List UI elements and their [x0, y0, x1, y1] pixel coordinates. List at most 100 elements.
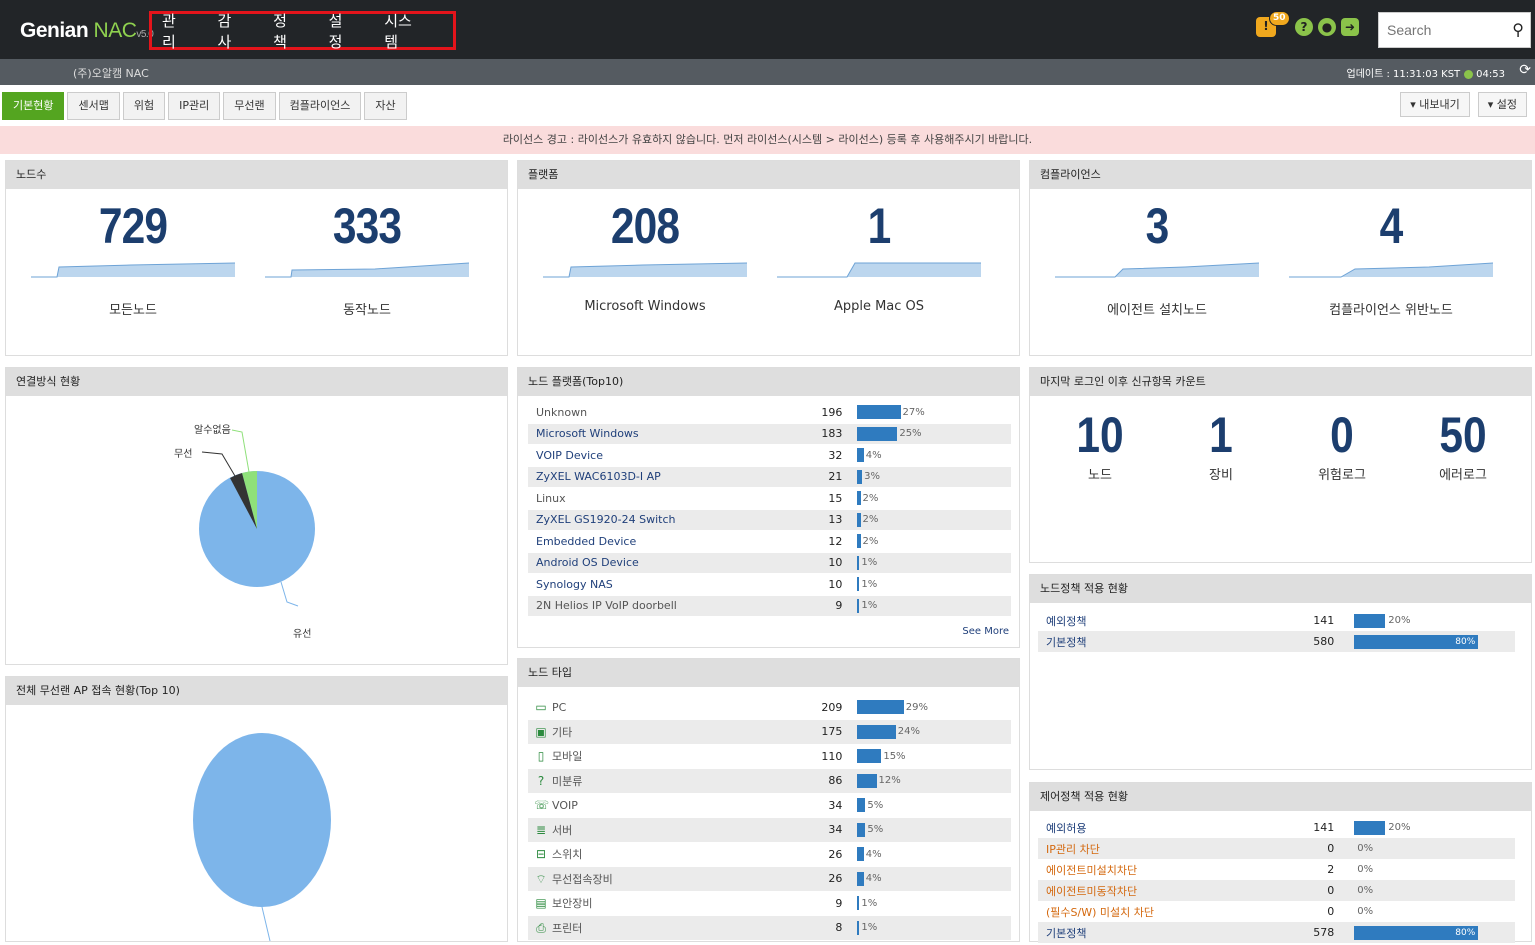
- node-type-name[interactable]: 스위치: [552, 846, 582, 862]
- nav-audit[interactable]: 감사: [218, 10, 245, 52]
- table-row[interactable]: VOIP Device 32 4%: [528, 445, 1011, 467]
- pie-slice-ap[interactable]: [193, 733, 331, 907]
- node-type-name[interactable]: 보안장비: [552, 895, 592, 911]
- table-row[interactable]: 예외정책 141 20%: [1038, 610, 1515, 631]
- table-row[interactable]: Android OS Device 10 1%: [528, 552, 1011, 574]
- table-row[interactable]: 에이전트미설치차단 2 0%: [1038, 859, 1515, 880]
- kpi-agent-installed[interactable]: 3: [1057, 197, 1257, 255]
- panel-wireless-ap: 전체 무선랜 AP 접속 현황(Top 10): [5, 676, 508, 942]
- table-row[interactable]: Microsoft Windows 183 25%: [528, 423, 1011, 445]
- tab-sensor-map[interactable]: 센서맵: [67, 92, 120, 120]
- table-row[interactable]: ⎙ 프린터 8 1%: [528, 915, 1011, 940]
- node-type-name[interactable]: 서버: [552, 822, 572, 838]
- count-risk-logs[interactable]: 0 위험로그: [1287, 406, 1397, 483]
- table-row[interactable]: Synology NAS 10 1%: [528, 574, 1011, 596]
- nav-system[interactable]: 시스템: [384, 10, 424, 52]
- node-type-name[interactable]: 모바일: [552, 748, 582, 764]
- table-row[interactable]: IP관리 차단 0 0%: [1038, 838, 1515, 859]
- table-row[interactable]: 2N Helios IP VoIP doorbell 9 1%: [528, 595, 1011, 617]
- policy-name[interactable]: (필수S/W) 미설치 차단: [1038, 904, 1293, 920]
- node-type-name[interactable]: 미분류: [552, 773, 582, 789]
- table-row[interactable]: (필수S/W) 미설치 차단 0 0%: [1038, 901, 1515, 922]
- nav-management[interactable]: 관리: [162, 10, 189, 52]
- kpi-active-nodes[interactable]: 333: [267, 197, 467, 255]
- table-row[interactable]: ▭ PC 209 29%: [528, 695, 1011, 720]
- user-icon[interactable]: ●: [1318, 18, 1336, 36]
- policy-name[interactable]: IP관리 차단: [1038, 841, 1293, 857]
- tab-wireless-lan[interactable]: 무선랜: [223, 92, 276, 120]
- bar-wrap: 5%: [857, 798, 1011, 813]
- table-row[interactable]: ☏ VOIP 34 5%: [528, 793, 1011, 818]
- panel-title: 노드수: [6, 161, 507, 189]
- node-type-name[interactable]: 무선접속장비: [552, 871, 613, 887]
- table-row[interactable]: ≣ 서버 34 5%: [528, 817, 1011, 842]
- help-icon[interactable]: ?: [1295, 18, 1313, 36]
- table-row[interactable]: ▤ 보안장비 9 1%: [528, 891, 1011, 916]
- bar-wrap: 1%: [857, 555, 1011, 570]
- table-row[interactable]: ⌔ 무선접속장비 26 4%: [528, 866, 1011, 891]
- table-row[interactable]: ZyXEL WAC6103D-I AP 21 3%: [528, 466, 1011, 488]
- table-row[interactable]: ▯ 모바일 110 15%: [528, 744, 1011, 769]
- tab-compliance[interactable]: 컴플라이언스: [278, 92, 362, 120]
- percent-label: 1%: [861, 922, 878, 934]
- kpi-all-nodes[interactable]: 729: [33, 197, 233, 255]
- table-row[interactable]: Linux 15 2%: [528, 488, 1011, 510]
- nav-settings[interactable]: 설정: [329, 10, 356, 52]
- table-row[interactable]: ZyXEL GS1920-24 Switch 13 2%: [528, 509, 1011, 531]
- settings-button[interactable]: ▾ 설정: [1477, 92, 1527, 117]
- count-error-logs[interactable]: 50 에러로그: [1408, 406, 1518, 483]
- kpi-windows[interactable]: 208: [545, 197, 745, 255]
- kpi-compliance-violation[interactable]: 4: [1291, 197, 1491, 255]
- platform-name[interactable]: Embedded Device: [528, 535, 796, 548]
- node-type-name[interactable]: PC: [552, 701, 566, 714]
- policy-name[interactable]: 기본정책: [1038, 925, 1293, 941]
- policy-name[interactable]: 예외정책: [1038, 613, 1293, 629]
- node-type-count: 209: [821, 700, 843, 714]
- percent-bar: [857, 534, 861, 549]
- count-nodes[interactable]: 10 노드: [1045, 406, 1155, 483]
- platform-name[interactable]: Synology NAS: [528, 578, 796, 591]
- percent-bar: [857, 896, 860, 911]
- percent-bar: [857, 724, 896, 739]
- table-row[interactable]: 기본정책 578 80%: [1038, 922, 1515, 943]
- count-devices[interactable]: 1 장비: [1166, 406, 1276, 483]
- logout-icon[interactable]: ➜: [1341, 18, 1359, 36]
- search-input[interactable]: [1379, 13, 1499, 47]
- table-row[interactable]: ▣ 기타 175 24%: [528, 719, 1011, 744]
- percent-label: 0%: [1357, 885, 1374, 896]
- bar-wrap: 4%: [857, 871, 1011, 886]
- export-button[interactable]: ▾ 내보내기: [1400, 92, 1470, 117]
- alert-icon[interactable]: ! 50: [1256, 11, 1290, 37]
- table-row[interactable]: 기본정책 580 80%: [1038, 631, 1515, 652]
- node-type-name[interactable]: 프린터: [552, 920, 582, 936]
- node-type-name[interactable]: 기타: [552, 724, 572, 740]
- tab-risk[interactable]: 위험: [122, 92, 166, 120]
- policy-name[interactable]: 에이전트미설치차단: [1038, 862, 1293, 878]
- table-row[interactable]: 에이전트미동작차단 0 0%: [1038, 880, 1515, 901]
- table-row[interactable]: ⊟ 스위치 26 4%: [528, 842, 1011, 867]
- table-row[interactable]: Unknown 196 27%: [528, 402, 1011, 424]
- search-icon[interactable]: ⚲: [1512, 20, 1524, 39]
- node-type-name[interactable]: VOIP: [552, 799, 578, 812]
- table-row[interactable]: Embedded Device 12 2%: [528, 531, 1011, 553]
- kpi-macos[interactable]: 1: [779, 197, 979, 255]
- nav-policy[interactable]: 정책: [273, 10, 300, 52]
- platform-name[interactable]: Android OS Device: [528, 556, 796, 569]
- see-more-link[interactable]: See More: [962, 626, 1009, 637]
- policy-name[interactable]: 에이전트미동작차단: [1038, 883, 1293, 899]
- platform-name[interactable]: Microsoft Windows: [528, 427, 796, 440]
- platform-name[interactable]: VOIP Device: [528, 449, 796, 462]
- table-row[interactable]: 예외허용 141 20%: [1038, 817, 1515, 838]
- platform-name[interactable]: ZyXEL GS1920-24 Switch: [528, 513, 796, 526]
- header-icons: ! 50 ? ● ➜: [1256, 11, 1359, 37]
- tab-ip-management[interactable]: IP관리: [168, 92, 221, 120]
- table-row[interactable]: ? 미분류 86 12%: [528, 768, 1011, 793]
- platform-name[interactable]: ZyXEL WAC6103D-I AP: [528, 470, 796, 483]
- policy-name[interactable]: 예외허용: [1038, 820, 1293, 836]
- percent-bar: [857, 773, 877, 788]
- refresh-icon[interactable]: ⟳: [1519, 62, 1531, 78]
- tab-assets[interactable]: 자산: [364, 92, 407, 120]
- policy-name[interactable]: 기본정책: [1038, 634, 1293, 650]
- tab-basic-status[interactable]: 기본현황: [2, 92, 65, 120]
- genian-nac-logo[interactable]: Genian NACv5.0: [20, 19, 154, 43]
